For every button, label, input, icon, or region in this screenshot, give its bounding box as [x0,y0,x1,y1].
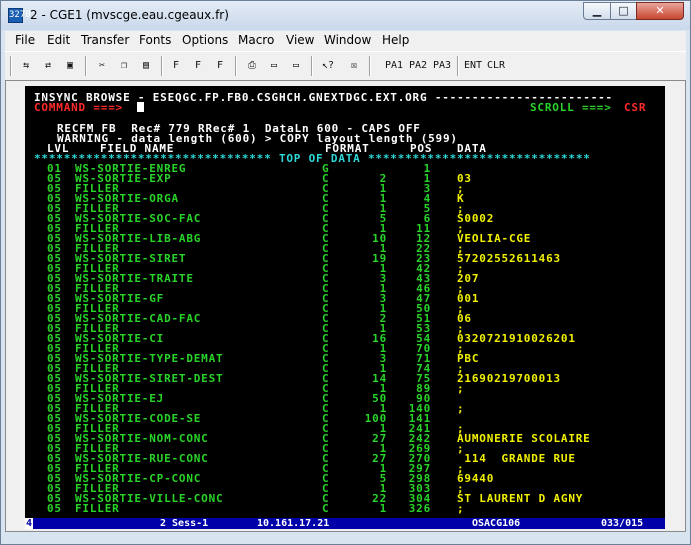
open-folder-icon[interactable]: ▭ [265,57,283,75]
row-data[interactable]: VEOLIA-CGE [457,233,531,244]
toolbar-separator [161,56,162,76]
print-icon[interactable]: ⎙ [243,57,261,75]
save-icon[interactable]: ▣ [61,57,79,75]
menu-macro[interactable]: Macro [238,33,274,47]
toolbar-grip [10,56,11,76]
menu-edit[interactable]: Edit [47,33,70,47]
row-data[interactable]: 57202552611463 [457,253,561,264]
status-ip: 10.161.17.21 [257,518,330,529]
command-input[interactable] [137,102,144,113]
status-indicator: 4 [25,518,33,529]
status-lu: OSACG106 [472,518,521,529]
help-pointer-icon[interactable]: ↖? [319,57,337,75]
row-data[interactable]: AUMONERIE SCOLAIRE [457,433,591,444]
status-session: 2 Sess-1 [160,518,209,529]
terminal-screen[interactable]: INSYNC BROWSE - ESEQGC.FP.FB0.CSGHCH.GNE… [25,86,665,518]
pa3-button[interactable]: PA3 [431,57,453,75]
minimize-button[interactable]: ▁ [583,2,611,20]
window-title: 2 - CGE1 (mvscge.eau.cgeaux.fr) [30,8,229,22]
row-fmt: C [322,502,330,515]
cancel-icon[interactable]: ☒ [345,57,363,75]
toolbar-separator [235,56,236,76]
row-lvl: 05 [47,502,62,515]
scroll-input[interactable]: CSR [624,102,646,113]
toolbar-separator [369,56,370,76]
row-len: 1 [379,502,387,515]
row-data[interactable]: ; [457,403,464,414]
row-data[interactable]: 114 GRANDE RUE [457,453,576,464]
row-pos: 326 [408,502,431,515]
scroll-label: SCROLL ===> [530,101,612,114]
connect-icon[interactable]: ⇆ [17,57,35,75]
row-data[interactable]: ; [457,383,464,394]
menu-bar: File Edit Transfer Fonts Options Macro V… [5,31,686,51]
pa2-button[interactable]: PA2 [407,57,429,75]
paste-icon[interactable]: ▤ [137,57,155,75]
menu-file[interactable]: File [15,33,35,47]
toolbar-separator [311,56,312,76]
menu-transfer[interactable]: Transfer [81,33,129,47]
row-data[interactable]: 0320721910026201 [457,333,576,344]
font-smaller-icon[interactable]: F [211,57,229,75]
menu-help[interactable]: Help [382,33,409,47]
cut-icon[interactable]: ✂ [93,57,111,75]
copy-icon[interactable]: ❐ [115,57,133,75]
clear-button[interactable]: CLR [485,57,507,75]
menu-window[interactable]: Window [324,33,371,47]
enter-button[interactable]: ENT [462,57,484,75]
row-data[interactable]: ST LAURENT D AGNY [457,493,583,504]
maximize-icon: □ [618,4,629,17]
status-cursor-pos: 033/015 [601,518,644,529]
font-medium-icon[interactable]: F [189,57,207,75]
send-folder-icon[interactable]: ▭ [287,57,305,75]
status-bar: 4 2 Sess-1 10.161.17.21 OSACG106 033/015 [25,518,665,529]
cursor [137,102,144,112]
close-icon: ✕ [655,4,665,17]
row-data[interactable]: ; [457,503,464,514]
disconnect-icon[interactable]: ⇄ [39,57,57,75]
close-button[interactable]: ✕ [636,2,684,20]
pa1-button[interactable]: PA1 [383,57,405,75]
terminal-app-icon: 3270 [8,8,31,23]
menu-fonts[interactable]: Fonts [139,33,171,47]
row-name: FILLER [75,502,120,515]
toolbar-separator [85,56,86,76]
command-label: COMMAND ===> [34,101,124,114]
title-bar[interactable]: 3270 2 - CGE1 (mvscge.eau.cgeaux.fr) ▁ □… [1,1,690,30]
menu-options[interactable]: Options [182,33,228,47]
toolbar-separator [457,56,458,76]
toolbar: ⇆ ⇄ ▣ ✂ ❐ ▤ F F F ⎙ ▭ ▭ ↖? ☒ PA1 PA2 PA3… [5,51,686,81]
maximize-button[interactable]: □ [610,2,637,20]
row-data[interactable]: 21690219700013 [457,373,561,384]
font-larger-icon[interactable]: F [167,57,185,75]
minimize-icon: ▁ [592,4,602,17]
menu-view[interactable]: View [286,33,314,47]
